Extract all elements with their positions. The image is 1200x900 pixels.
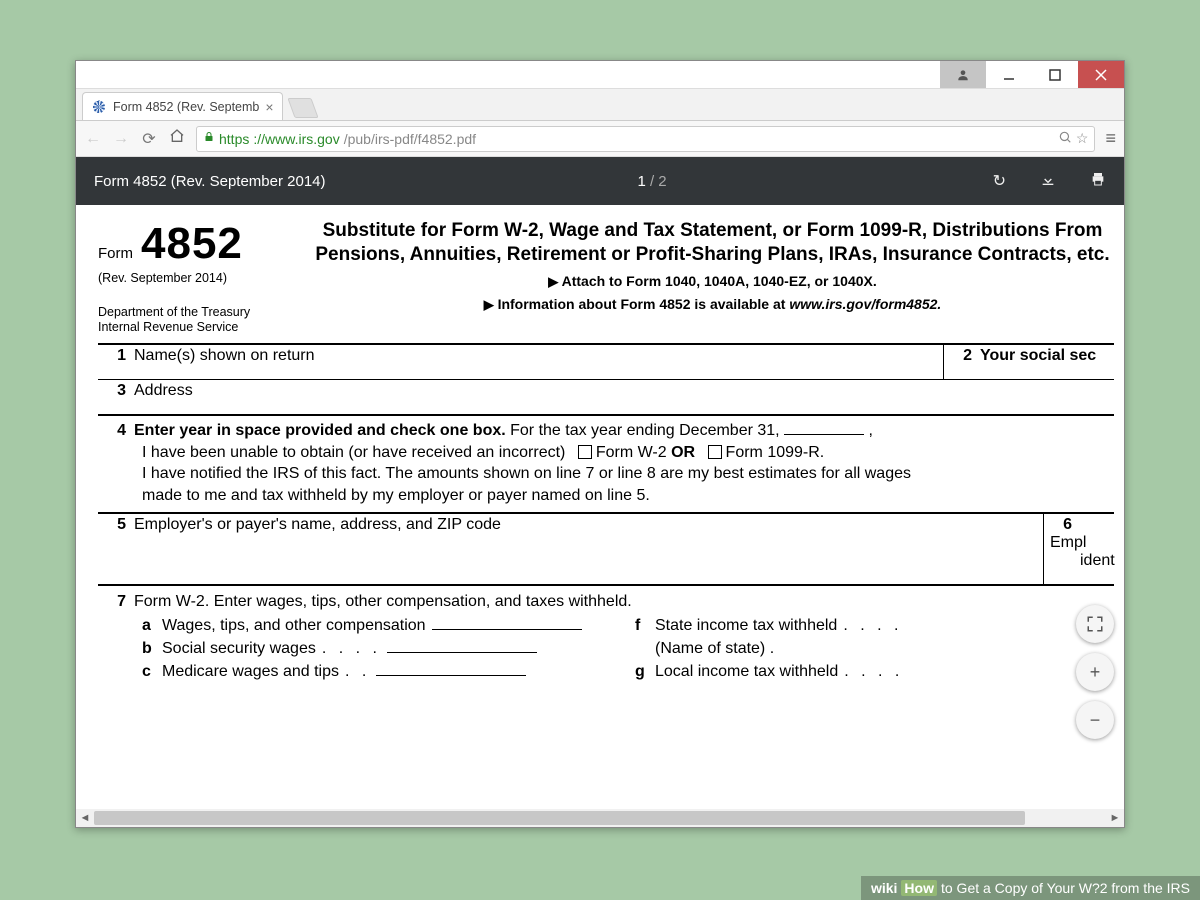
url-scheme: https — [219, 131, 249, 147]
zoom-controls: + − — [1076, 605, 1114, 739]
home-button[interactable] — [168, 128, 186, 149]
field-ein: 6Emplident — [1044, 514, 1114, 584]
form-header-left: Form 4852 (Rev. September 2014) Departme… — [98, 219, 293, 335]
form-title: Substitute for Form W-2, Wage and Tax St… — [311, 219, 1114, 267]
pdf-viewport[interactable]: Form 4852 (Rev. September 2014) Departme… — [76, 205, 1124, 809]
lock-icon — [203, 131, 215, 146]
form-word: Form — [98, 245, 133, 262]
checkbox-w2[interactable] — [578, 445, 592, 459]
form-subtitle-2: ▶ Information about Form 4852 is availab… — [311, 296, 1114, 313]
form-number: 4852 — [141, 219, 243, 269]
form-row-1-2: 1Name(s) shown on return 2Your social se… — [98, 345, 1114, 380]
bookmark-icon[interactable]: ☆ — [1076, 130, 1089, 147]
year-blank[interactable] — [784, 421, 864, 435]
back-button[interactable]: ← — [84, 130, 102, 148]
reader-mode-icon[interactable] — [1058, 130, 1072, 147]
watermark-how: How — [901, 880, 937, 896]
browser-toolbar: ← → ⟳ https://www.irs.gov/pub/irs-pdf/f4… — [76, 121, 1124, 157]
form-row-4: 4Enter year in space provided and check … — [98, 416, 1114, 514]
watermark-wiki: wiki — [871, 880, 897, 896]
reload-button[interactable]: ⟳ — [140, 129, 158, 149]
line-7c[interactable] — [376, 662, 526, 676]
page-current: 1 — [637, 173, 645, 190]
form-row-5-6: 5Employer's or payer's name, address, an… — [98, 514, 1114, 586]
form-revision: (Rev. September 2014) — [98, 271, 293, 285]
window-titlebar — [76, 61, 1124, 89]
download-icon[interactable] — [1040, 171, 1056, 192]
tab-close-icon[interactable]: × — [265, 99, 273, 115]
row7-left-col: aWages, tips, and other compensation bSo… — [142, 614, 615, 684]
tab-strip: Form 4852 (Rev. Septemb × — [76, 89, 1124, 121]
field-name-on-return: 1Name(s) shown on return — [98, 345, 944, 379]
page-indicator[interactable]: 1 / 2 — [637, 173, 666, 190]
zoom-out-button[interactable]: − — [1076, 701, 1114, 739]
pdf-viewer-toolbar: Form 4852 (Rev. September 2014) 1 / 2 ↻ — [76, 157, 1124, 205]
form-header-right: Substitute for Form W-2, Wage and Tax St… — [311, 219, 1114, 335]
line-7b[interactable] — [387, 638, 537, 652]
zoom-in-button[interactable]: + — [1076, 653, 1114, 691]
scroll-left-arrow[interactable]: ◄ — [76, 812, 94, 824]
tab-title: Form 4852 (Rev. Septemb — [113, 100, 259, 114]
field-ssn: 2Your social sec — [944, 345, 1114, 379]
irs-favicon — [91, 99, 107, 115]
new-tab-button[interactable] — [287, 98, 318, 118]
form-department: Department of the Treasury Internal Reve… — [98, 305, 293, 335]
form-row-3: 3Address — [98, 380, 1114, 416]
address-bar[interactable]: https://www.irs.gov/pub/irs-pdf/f4852.pd… — [196, 126, 1095, 152]
maximize-button[interactable] — [1032, 61, 1078, 88]
form-subtitle-1: ▶ Attach to Form 1040, 1040A, 1040-EZ, o… — [311, 273, 1114, 290]
user-button[interactable] — [940, 61, 986, 88]
scroll-track[interactable] — [94, 809, 1106, 827]
browser-window: Form 4852 (Rev. Septemb × ← → ⟳ https://… — [75, 60, 1125, 828]
horizontal-scrollbar[interactable]: ◄ ► — [76, 809, 1124, 827]
page-total: 2 — [658, 173, 666, 190]
fit-to-page-button[interactable] — [1076, 605, 1114, 643]
close-button[interactable] — [1078, 61, 1124, 88]
watermark-text: to Get a Copy of Your W?2 from the IRS — [941, 880, 1190, 896]
browser-tab[interactable]: Form 4852 (Rev. Septemb × — [82, 92, 283, 120]
form-header: Form 4852 (Rev. September 2014) Departme… — [98, 219, 1114, 345]
pdf-document-title: Form 4852 (Rev. September 2014) — [94, 173, 326, 190]
minimize-button[interactable] — [986, 61, 1032, 88]
checkbox-1099r[interactable] — [708, 445, 722, 459]
forward-button[interactable]: → — [112, 130, 130, 148]
row7-right-col: fState income tax withheld. . . . (Name … — [615, 614, 1108, 684]
form-row-7: 7Form W-2. Enter wages, tips, other comp… — [98, 586, 1114, 687]
hamburger-menu-icon[interactable]: ≡ — [1105, 128, 1116, 149]
wikihow-watermark: wikiHow to Get a Copy of Your W?2 from t… — [861, 876, 1200, 900]
rotate-icon[interactable]: ↻ — [993, 171, 1006, 191]
print-icon[interactable] — [1090, 171, 1106, 192]
field-address: 3Address — [98, 380, 1114, 414]
field-employer: 5Employer's or payer's name, address, an… — [98, 514, 1044, 584]
scroll-right-arrow[interactable]: ► — [1106, 812, 1124, 824]
url-path: /pub/irs-pdf/f4852.pdf — [344, 131, 476, 147]
pdf-page: Form 4852 (Rev. September 2014) Departme… — [76, 205, 1124, 809]
url-host: ://www.irs.gov — [253, 131, 339, 147]
line-7a[interactable] — [432, 615, 582, 629]
scroll-thumb[interactable] — [94, 811, 1025, 825]
